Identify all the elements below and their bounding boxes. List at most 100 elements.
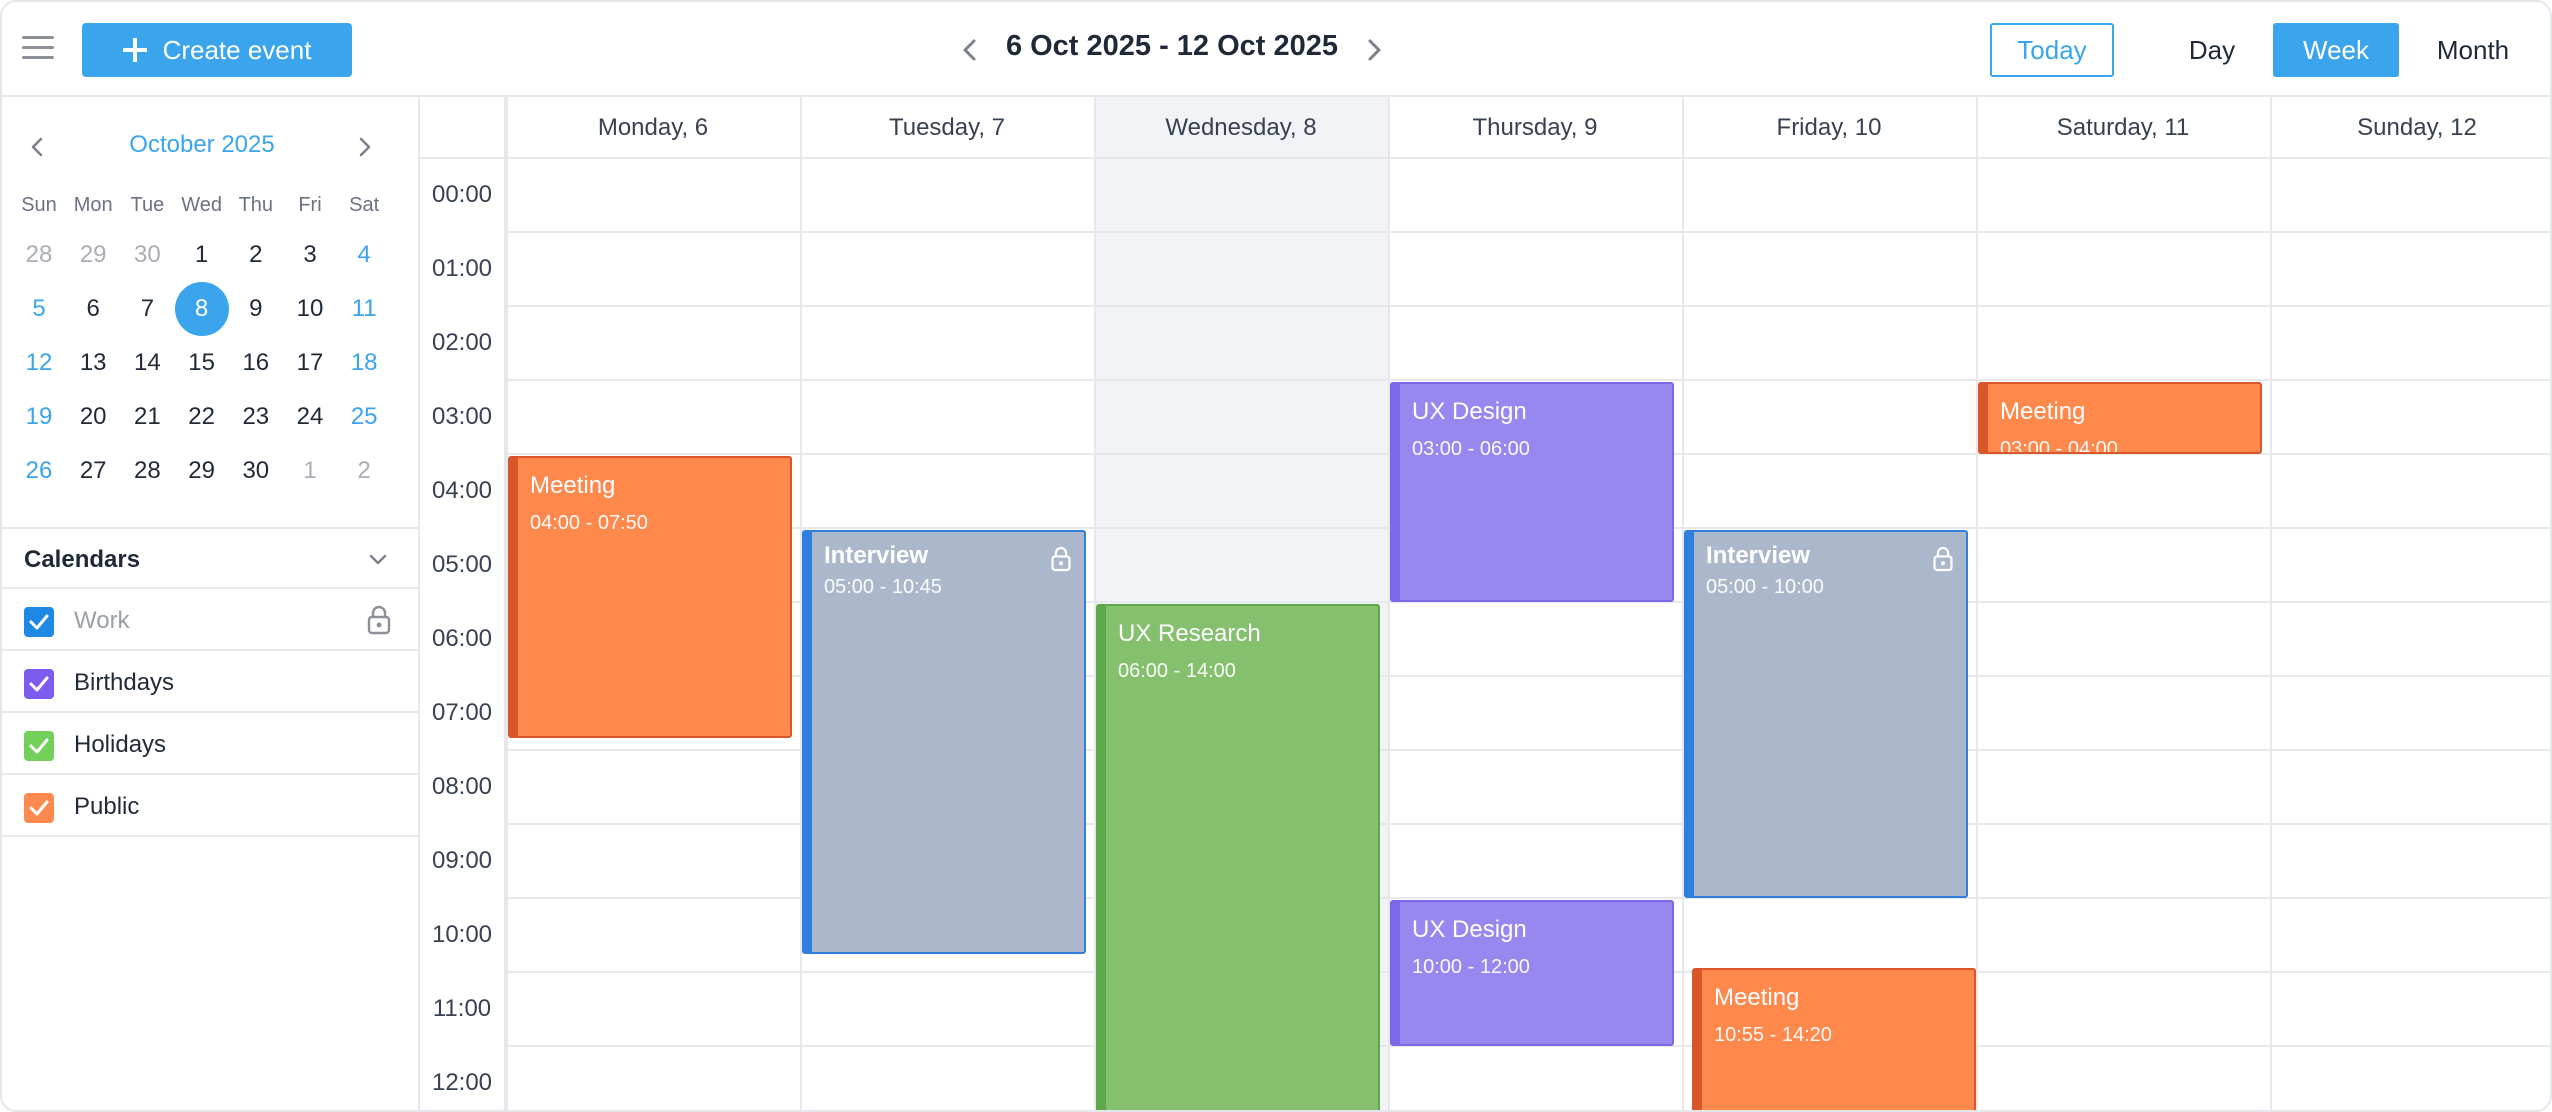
mini-calendar-day[interactable]: 22 xyxy=(175,390,229,444)
day-column-header[interactable]: Sunday, 12 xyxy=(2270,97,2550,159)
mini-calendar-day[interactable]: 9 xyxy=(229,282,283,336)
mini-calendar-day[interactable]: 1 xyxy=(175,228,229,282)
mini-calendar-day[interactable]: 12 xyxy=(12,336,66,390)
mini-calendar-day[interactable]: 15 xyxy=(175,336,229,390)
mini-calendar-day[interactable]: 2 xyxy=(337,444,391,498)
previous-week-chevron-icon[interactable] xyxy=(956,36,984,64)
hour-label: 10:00 xyxy=(431,921,493,948)
mini-calendar-day[interactable]: 13 xyxy=(66,336,120,390)
mini-calendar-month-title[interactable]: October 2025 xyxy=(102,131,302,159)
mini-calendar-day[interactable]: 23 xyxy=(229,390,283,444)
today-button[interactable]: Today xyxy=(1990,23,2114,77)
mini-calendar-day-selected[interactable]: 8 xyxy=(174,282,229,336)
hour-label: 09:00 xyxy=(431,847,493,874)
day-column[interactable] xyxy=(2270,97,2550,1110)
event-card[interactable]: Interview 05:00 - 10:00 xyxy=(1684,530,1968,898)
event-card[interactable]: UX Design 03:00 - 06:00 xyxy=(1390,382,1674,602)
mini-calendar-day[interactable]: 29 xyxy=(66,228,120,282)
date-range-title: 6 Oct 2025 - 12 Oct 2025 xyxy=(1005,30,1339,62)
mini-calendar-day[interactable]: 27 xyxy=(66,444,120,498)
sidebar: October 2025 Sun Mon Tue Wed Thu Fri Sat 28 29 3… xyxy=(2,97,420,1110)
hour-label: 11:00 xyxy=(432,995,492,1022)
mini-calendar-day[interactable]: 29 xyxy=(175,444,229,498)
mini-calendar-day[interactable]: 10 xyxy=(283,282,337,336)
mini-calendar-day[interactable]: 16 xyxy=(229,336,283,390)
mini-calendar-day[interactable]: 19 xyxy=(12,390,66,444)
mini-calendar-day[interactable]: 6 xyxy=(66,282,120,336)
work-checkbox[interactable] xyxy=(24,607,54,637)
event-time: 04:00 - 07:50 xyxy=(530,512,648,534)
mini-calendar-day[interactable]: 11 xyxy=(337,282,391,336)
mini-calendar-day[interactable]: 30 xyxy=(229,444,283,498)
event-card[interactable]: Meeting 10:55 - 14:20 xyxy=(1692,967,1976,1110)
mini-calendar-day[interactable]: 21 xyxy=(120,390,174,444)
day-column-header[interactable]: Friday, 10 xyxy=(1682,97,1976,159)
view-month-button[interactable]: Month xyxy=(2411,23,2535,77)
top-toolbar: Create event 6 Oct 2025 - 12 Oct 2025 To… xyxy=(2,2,2550,97)
create-event-button[interactable]: Create event xyxy=(82,23,352,77)
day-column[interactable] xyxy=(1976,97,2270,1110)
birthdays-checkbox[interactable] xyxy=(24,669,54,699)
mini-calendar-day[interactable]: 4 xyxy=(337,228,391,282)
mini-calendar-day[interactable]: 20 xyxy=(66,390,120,444)
event-card[interactable]: Interview 05:00 - 10:45 xyxy=(802,530,1086,954)
create-event-label: Create event xyxy=(162,34,312,65)
event-time: 10:55 - 14:20 xyxy=(1714,1023,1832,1046)
hour-label: 06:00 xyxy=(431,625,493,652)
event-card[interactable]: Meeting 03:00 - 04:00 xyxy=(1978,382,2262,454)
hour-divider xyxy=(506,231,2550,233)
view-day-button[interactable]: Day xyxy=(2162,23,2262,77)
birthdays-label: Birthdays xyxy=(74,669,175,696)
day-column-header[interactable]: Wednesday, 8 xyxy=(1094,97,1388,159)
calendar-item-work[interactable]: Work xyxy=(2,589,418,651)
mini-calendar-day[interactable]: 25 xyxy=(337,390,391,444)
event-time: 03:00 - 06:00 xyxy=(1412,438,1530,460)
mini-calendar-day[interactable]: 28 xyxy=(120,444,174,498)
weekday-label: Sat xyxy=(349,194,380,216)
event-time: 05:00 - 10:45 xyxy=(824,576,942,598)
mini-calendar-day[interactable]: 30 xyxy=(120,228,174,282)
event-card[interactable]: UX Research 06:00 - 14:00 xyxy=(1096,604,1380,1110)
chevron-down-icon[interactable] xyxy=(366,547,390,571)
previous-month-chevron-icon[interactable] xyxy=(26,135,50,159)
next-month-chevron-icon[interactable] xyxy=(352,135,376,159)
calendar-item-public[interactable]: Public xyxy=(2,775,418,837)
day-column-header[interactable]: Tuesday, 7 xyxy=(800,97,1094,159)
hour-label: 01:00 xyxy=(431,255,493,282)
weekday-label: Fri xyxy=(298,194,322,216)
mini-calendar-day[interactable]: 17 xyxy=(283,336,337,390)
event-color-bar xyxy=(804,532,812,952)
plus-icon xyxy=(122,38,147,62)
mini-calendar-day[interactable]: 1 xyxy=(283,444,337,498)
event-card[interactable]: UX Design 10:00 - 12:00 xyxy=(1390,900,1674,1046)
weekday-label: Thu xyxy=(238,194,274,216)
mini-calendar-day[interactable]: 2 xyxy=(229,228,283,282)
next-week-chevron-icon[interactable] xyxy=(1360,36,1388,64)
day-column-header[interactable]: Monday, 6 xyxy=(506,97,800,159)
menu-icon[interactable] xyxy=(22,36,54,60)
calendars-title: Calendars xyxy=(24,546,141,573)
event-time: 03:00 - 04:00 xyxy=(2000,438,2118,454)
view-week-button[interactable]: Week xyxy=(2273,23,2399,77)
calendar-item-holidays[interactable]: Holidays xyxy=(2,713,418,775)
mini-calendar-day[interactable]: 7 xyxy=(120,282,174,336)
day-column-header[interactable]: Saturday, 11 xyxy=(1976,97,2270,159)
mini-calendar-day[interactable]: 14 xyxy=(120,336,174,390)
holidays-checkbox[interactable] xyxy=(24,731,54,761)
calendars-header[interactable]: Calendars xyxy=(2,527,418,589)
mini-calendar-day[interactable]: 26 xyxy=(12,444,66,498)
hour-divider xyxy=(506,305,2550,307)
mini-calendar-day[interactable]: 24 xyxy=(283,390,337,444)
mini-calendar-day[interactable]: 28 xyxy=(12,228,66,282)
weekday-label: Sun xyxy=(21,194,57,216)
mini-calendar-day[interactable]: 5 xyxy=(12,282,66,336)
mini-calendar-day[interactable]: 3 xyxy=(283,228,337,282)
public-checkbox[interactable] xyxy=(24,793,54,823)
day-column-header[interactable]: Thursday, 9 xyxy=(1388,97,1682,159)
lock-icon xyxy=(1050,546,1072,577)
week-grid: Monday, 6 Tuesday, 7 Wednesday, 8 Thursday,… xyxy=(420,97,2550,1110)
event-time: 10:00 - 12:00 xyxy=(1412,956,1530,978)
calendar-item-birthdays[interactable]: Birthdays xyxy=(2,651,418,713)
mini-calendar-day[interactable]: 18 xyxy=(337,336,391,390)
event-card[interactable]: Meeting 04:00 - 07:50 xyxy=(508,456,792,738)
